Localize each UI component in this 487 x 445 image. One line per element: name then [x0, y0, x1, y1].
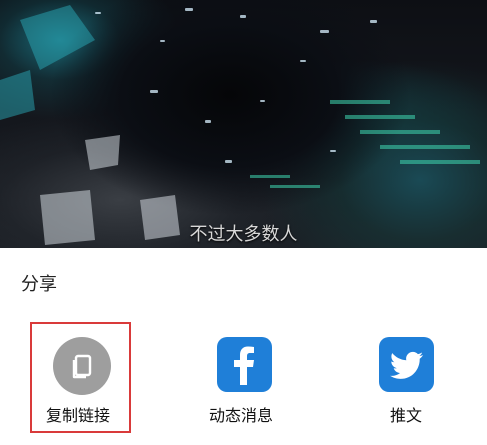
tweet-label: 推文	[390, 406, 423, 425]
facebook-icon	[234, 346, 254, 385]
news-feed-label: 动态消息	[209, 406, 274, 425]
copy-icon	[72, 354, 92, 379]
share-sheet-title: 分享	[21, 274, 57, 295]
copy-link-label: 复制链接	[46, 406, 111, 425]
tweet-button[interactable]	[379, 337, 434, 392]
video-subtitle: 不过大多数人	[189, 224, 298, 245]
video-frame-image	[0, 5, 480, 245]
news-feed-button[interactable]	[217, 337, 272, 392]
twitter-bird-icon	[390, 351, 423, 379]
video-player[interactable]: 不过大多数人	[0, 0, 487, 248]
copy-link-button[interactable]	[53, 337, 111, 395]
